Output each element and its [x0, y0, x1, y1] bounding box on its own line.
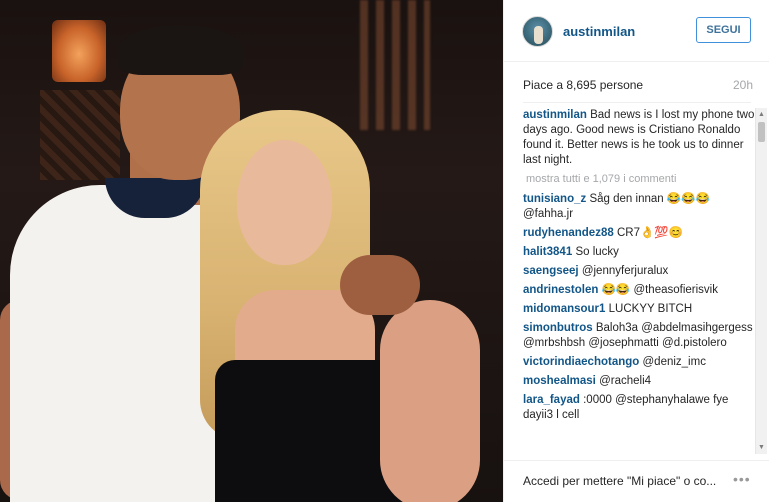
comment-text: 😂😂 @theasofierisvik — [601, 284, 718, 296]
comment-text: @racheli4 — [599, 375, 652, 387]
comment-username[interactable]: rudyhenandez88 — [523, 227, 614, 239]
caption: austinmilan Bad news is I lost my phone … — [523, 108, 755, 168]
wall-decoration — [40, 90, 120, 180]
man-hair — [118, 25, 243, 75]
comment-username[interactable]: victorindiaechotango — [523, 356, 639, 368]
comments-list: austinmilan Bad news is I lost my phone … — [523, 108, 755, 454]
post-footer: Accedi per mettere "Mi piace" o co... ••… — [504, 460, 769, 502]
comment-username[interactable]: saengseej — [523, 265, 579, 277]
comment-item: simonbutros Baloh3a @abdelmasihgergess @… — [523, 321, 755, 351]
more-options-icon[interactable]: ••• — [733, 471, 751, 487]
login-to-like-link[interactable]: Accedi per mettere "Mi piace" o co... — [523, 474, 716, 488]
post-sidebar: austinmilan SEGUI Piace a 8,695 persone … — [503, 0, 769, 502]
comment-item: andrinestolen 😂😂 @theasofierisvik — [523, 283, 755, 298]
post-username[interactable]: austinmilan — [563, 24, 635, 39]
comment-text: CR7👌💯😊 — [616, 227, 683, 239]
avatar-person — [534, 26, 543, 44]
comment-username[interactable]: moshealmasi — [523, 375, 596, 387]
comment-item: victorindiaechotango @deniz_imc — [523, 355, 755, 370]
comment-item: tunisiano_z Såg den innan 😂😂😂 @fahha.jr — [523, 192, 755, 222]
wall-lamp — [52, 20, 106, 82]
follow-button[interactable]: SEGUI — [696, 17, 751, 43]
comment-text: @deniz_imc — [642, 356, 706, 368]
comment-username[interactable]: midomansour1 — [523, 303, 605, 315]
comment-username[interactable]: simonbutros — [523, 322, 593, 334]
comment-text: LUCKYY BITCH — [608, 303, 693, 315]
comment-item: halit3841 So lucky — [523, 245, 755, 260]
comment-item: moshealmasi @racheli4 — [523, 374, 755, 389]
caption-username[interactable]: austinmilan — [523, 109, 587, 121]
comment-username[interactable]: andrinestolen — [523, 284, 598, 296]
view-all-comments-link[interactable]: mostra tutti e 1,079 i commenti — [526, 172, 755, 187]
comment-item: rudyhenandez88 CR7👌💯😊 — [523, 226, 755, 241]
comment-text: So lucky — [575, 246, 619, 258]
comment-username[interactable]: halit3841 — [523, 246, 572, 258]
divider — [523, 102, 751, 103]
likes-count[interactable]: Piace a 8,695 persone — [523, 78, 643, 92]
comment-item: midomansour1 LUCKYY BITCH — [523, 302, 755, 317]
man-hand — [340, 255, 420, 315]
comment-item: saengseej @jennyferjuralux — [523, 264, 755, 279]
comment-item: lara_fayad :0000 @stephanyhalawe fye day… — [523, 393, 755, 423]
post-photo[interactable] — [0, 0, 503, 502]
scroll-down-arrow-icon[interactable]: ▼ — [757, 443, 766, 452]
scroll-thumb[interactable] — [758, 122, 765, 142]
woman-dress — [215, 360, 405, 502]
candle-lights — [360, 0, 430, 130]
comment-text: @jennyferjuralux — [581, 265, 669, 277]
comments-scrollbar[interactable]: ▲ ▼ — [755, 108, 767, 454]
post-header: austinmilan SEGUI — [504, 0, 769, 62]
comment-username[interactable]: tunisiano_z — [523, 193, 586, 205]
woman-face — [237, 140, 332, 265]
avatar[interactable] — [522, 16, 553, 47]
woman-arm — [380, 300, 480, 502]
comment-username[interactable]: lara_fayad — [523, 394, 580, 406]
likes-row: Piace a 8,695 persone 20h — [523, 78, 753, 94]
scroll-up-arrow-icon[interactable]: ▲ — [757, 110, 766, 119]
post-time[interactable]: 20h — [733, 78, 753, 92]
